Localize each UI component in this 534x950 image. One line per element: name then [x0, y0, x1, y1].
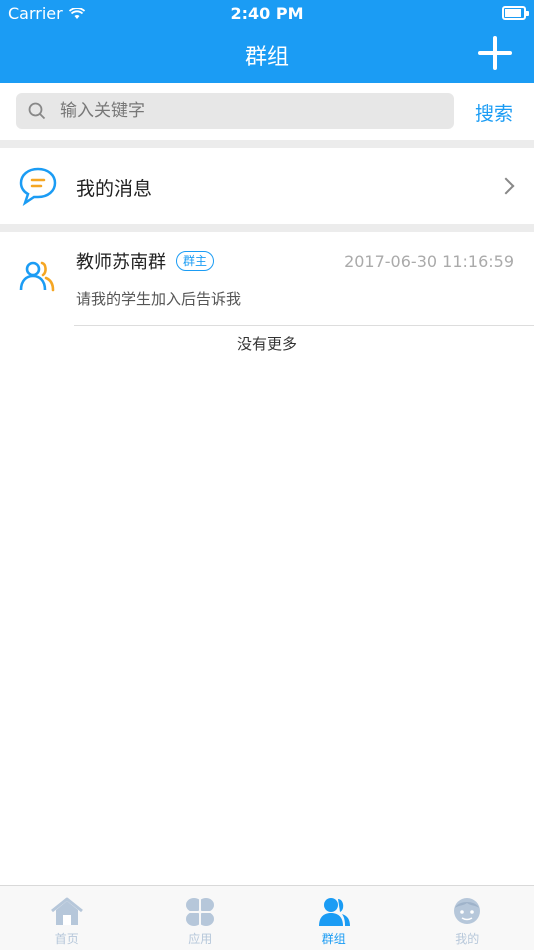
status-bar: Carrier 2:40 PM: [0, 0, 534, 28]
tab-profile[interactable]: 我的: [401, 886, 534, 950]
section-divider: [0, 140, 534, 148]
search-icon: [28, 102, 46, 120]
my-messages-row[interactable]: 我的消息: [0, 148, 534, 224]
apps-icon: [185, 898, 216, 926]
add-group-button[interactable]: [478, 36, 512, 70]
profile-icon: [454, 898, 481, 924]
chat-bubble-icon: [19, 167, 57, 206]
group-icon: [19, 261, 55, 292]
group-last-message: 请我的学生加入后告诉我: [76, 290, 242, 308]
tab-home-label: 首页: [54, 932, 79, 946]
home-icon: [50, 897, 83, 925]
page-title: 群组: [244, 45, 289, 70]
group-name: 教师苏南群: [76, 252, 166, 273]
tab-bar: 首页 应用 群组 我的: [0, 885, 534, 950]
battery-icon: [502, 6, 529, 20]
owner-badge: 群主: [176, 251, 215, 271]
status-time: 2:40 PM: [230, 4, 304, 23]
tab-home[interactable]: 首页: [0, 886, 134, 950]
list-end-label: 没有更多: [236, 335, 297, 353]
search-button[interactable]: 搜索: [475, 99, 513, 126]
search-field[interactable]: [16, 93, 454, 129]
group-icon: [318, 898, 350, 926]
section-divider: [0, 224, 534, 232]
tab-apps[interactable]: 应用: [134, 886, 268, 950]
chevron-right-icon: [497, 177, 515, 195]
app-header: Carrier 2:40 PM 群组: [0, 0, 534, 83]
tab-groups-label: 群组: [321, 932, 346, 946]
tab-apps-label: 应用: [188, 932, 213, 946]
tab-groups[interactable]: 群组: [267, 886, 401, 950]
group-timestamp: 2017-06-30 11:16:59: [344, 252, 514, 271]
my-messages-label: 我的消息: [76, 178, 153, 200]
row-divider: [74, 325, 534, 326]
search-bar: 搜索: [0, 83, 534, 140]
tab-profile-label: 我的: [455, 932, 480, 946]
group-list-item[interactable]: 教师苏南群 群主 2017-06-30 11:16:59 请我的学生加入后告诉我: [0, 232, 534, 326]
search-input[interactable]: [58, 100, 422, 122]
